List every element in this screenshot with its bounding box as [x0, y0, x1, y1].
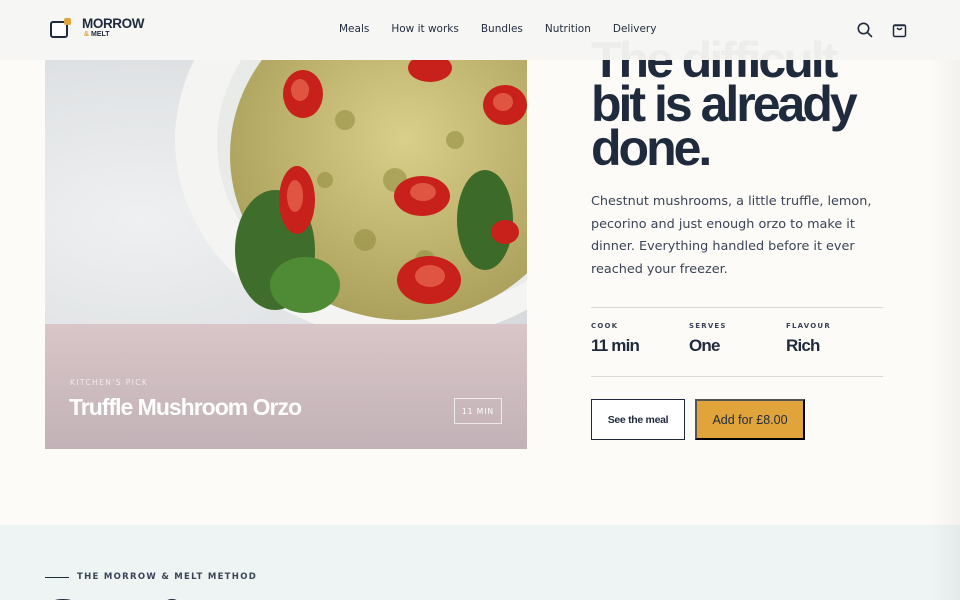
headline-line: done. — [591, 120, 712, 176]
cart-icon[interactable] — [891, 21, 909, 39]
method-eyebrow: THE MORROW & MELT METHOD — [77, 572, 258, 582]
card-eyebrow: KITCHEN'S PICK — [70, 378, 149, 387]
nav-item-how-it-works[interactable]: How it works — [391, 23, 459, 35]
stat-value: 11 min — [591, 336, 640, 355]
add-to-cart-button[interactable]: Add for £8.00 — [695, 399, 805, 440]
divider — [591, 376, 883, 377]
stat-flavour: FLAVOUR Rich — [786, 322, 831, 356]
nav-item-bundles[interactable]: Bundles — [481, 23, 523, 35]
card-footer: KITCHEN'S PICK Truffle Mushroom Orzo 11 … — [45, 324, 527, 449]
nav-item-nutrition[interactable]: Nutrition — [545, 23, 591, 35]
cook-time-badge: 11 MIN — [454, 398, 502, 424]
brand-sub: & MELT — [84, 31, 110, 38]
divider — [591, 307, 883, 308]
featured-meal-card[interactable]: KITCHEN'S PICK Truffle Mushroom Orzo 11 … — [45, 60, 527, 449]
stat-label: FLAVOUR — [786, 322, 831, 330]
stat-label: COOK — [591, 322, 619, 330]
stat-serves: SERVES One — [689, 322, 727, 356]
search-icon[interactable] — [856, 21, 874, 39]
stat-cook: COOK 11 min — [591, 322, 640, 356]
brand-sub-word: MELT — [91, 31, 110, 38]
edge-shadow — [930, 0, 960, 600]
site-header: MORROW & MELT Meals How it works Bundles… — [0, 0, 960, 60]
nav-item-meals[interactable]: Meals — [339, 23, 369, 35]
eyebrow-rule — [45, 577, 69, 578]
stat-label: SERVES — [689, 322, 727, 330]
meal-photo — [45, 60, 527, 340]
stat-value: Rich — [786, 336, 820, 355]
meal-description: Chestnut mushrooms, a little truffle, le… — [591, 194, 872, 277]
logo-mark-icon — [50, 18, 71, 38]
brand-name: MORROW — [82, 16, 145, 31]
stat-value: One — [689, 336, 720, 355]
main-nav: Meals How it works Bundles Nutrition Del… — [339, 23, 656, 35]
method-section: THE MORROW & MELT METHOD — [0, 525, 960, 600]
see-meal-button[interactable]: See the meal — [591, 399, 685, 440]
brand-logo[interactable]: MORROW & MELT — [48, 16, 148, 44]
nav-item-delivery[interactable]: Delivery — [613, 23, 657, 35]
card-title: Truffle Mushroom Orzo — [69, 394, 302, 420]
brand-amp: & — [84, 31, 90, 38]
